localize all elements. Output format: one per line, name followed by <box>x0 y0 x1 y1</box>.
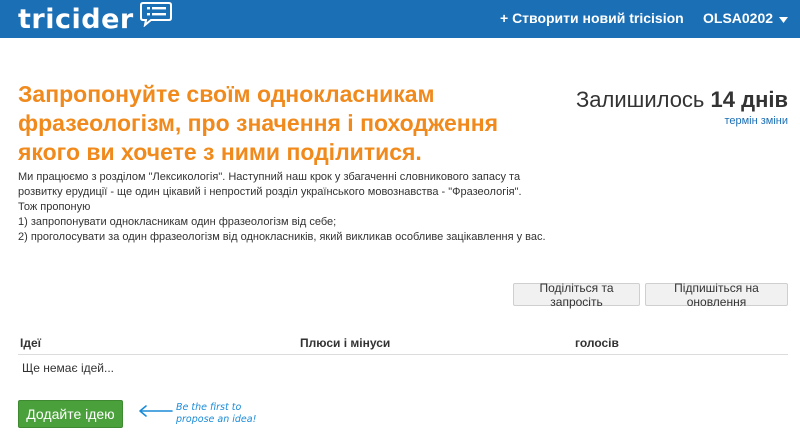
change-deadline-link[interactable]: термін зміни <box>576 115 788 127</box>
caret-down-icon <box>779 10 789 26</box>
share-invite-button[interactable]: Поділіться та запросіть <box>513 281 640 309</box>
description-paragraph: 1) запропонувати однокласникам один фраз… <box>18 216 337 228</box>
speech-bubble-list-icon <box>137 1 173 32</box>
add-idea-button[interactable]: Додайте ідею <box>18 400 123 428</box>
task-description: Ми працюємо з розділом "Лексикологія". Н… <box>18 170 558 245</box>
column-header-votes: голосів <box>575 336 619 350</box>
column-header-ideas: Ідеї <box>20 336 41 350</box>
hint-line: Be the first to <box>176 402 242 413</box>
ideas-table-header: Ідеї Плюси і мінуси голосів <box>18 334 788 355</box>
subscribe-updates-button[interactable]: Підпишіться на оновлення <box>645 281 788 309</box>
countdown-prefix: Залишилось <box>576 87 705 112</box>
column-header-pros-cons: Плюси і мінуси <box>300 336 391 350</box>
logo-text: tricider <box>18 3 134 35</box>
username: OLSA0202 <box>703 10 774 26</box>
description-paragraph: 2) проголосувати за один фразеологізм ві… <box>18 231 546 243</box>
description-paragraph: Тож пропоную <box>18 201 91 213</box>
no-ideas-message: Ще немає ідей... <box>22 361 114 375</box>
deadline-countdown: Залишилось 14 днів термін зміни <box>576 87 788 127</box>
description-paragraph: Ми працюємо з розділом "Лексикологія". Н… <box>18 171 522 198</box>
arrow-left-icon <box>138 404 174 423</box>
create-tricision-link[interactable]: + Створити новий tricision <box>500 10 684 26</box>
hint-line: propose an idea! <box>176 414 257 425</box>
top-navigation-bar: tricider + Створити новий tricision OLSA… <box>0 0 800 38</box>
first-idea-hint: Be the first to propose an idea! <box>176 402 276 426</box>
countdown-text: Залишилось 14 днів <box>576 87 788 113</box>
countdown-value: 14 днів <box>710 87 788 112</box>
page-title: Запропонуйте своїм однокласникам фразеол… <box>18 81 499 165</box>
user-menu[interactable]: OLSA0202 <box>703 10 789 26</box>
tricider-logo[interactable]: tricider <box>18 1 173 36</box>
